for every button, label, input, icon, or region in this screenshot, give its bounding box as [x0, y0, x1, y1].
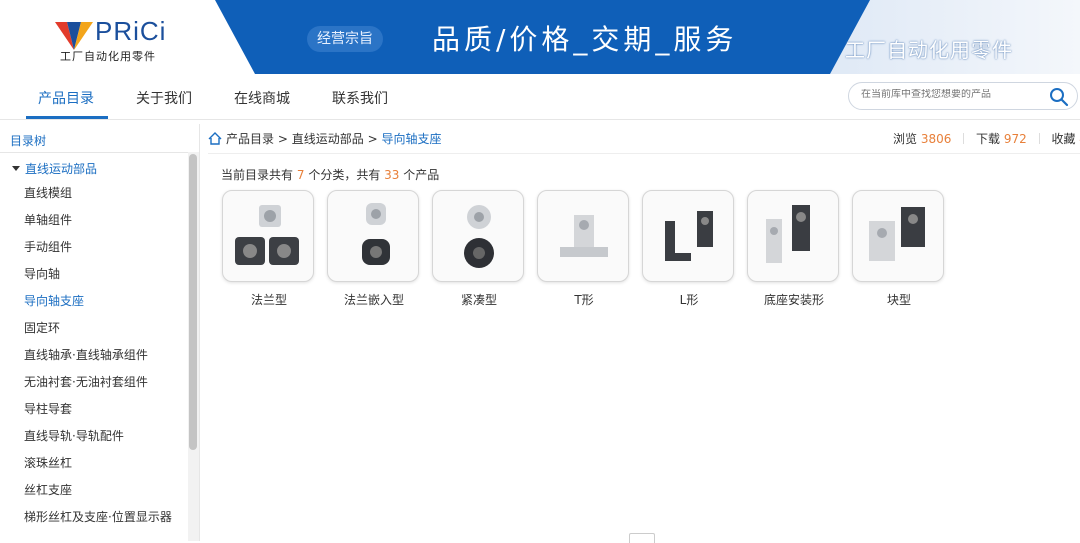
downloads-label: 下载	[976, 132, 1001, 146]
tree-item[interactable]: 直线轴承·直线轴承组件	[24, 348, 172, 375]
views-count: 3806	[920, 132, 952, 146]
tree-item[interactable]: 无油衬套·无油衬套组件	[24, 375, 172, 402]
category-label[interactable]: 法兰型	[222, 291, 316, 308]
category-label[interactable]: 底座安装形	[747, 291, 841, 308]
category-label[interactable]: L形	[642, 291, 736, 308]
search-icon[interactable]	[1049, 87, 1069, 107]
breadcrumb-catalog[interactable]: 产品目录	[226, 132, 274, 146]
summary-middle: 个分类，共有	[308, 168, 381, 182]
category-card-t-shape[interactable]: T形	[537, 190, 631, 308]
breadcrumb-current: 导向轴支座	[381, 132, 442, 146]
tree-item[interactable]: 导向轴	[24, 267, 172, 294]
divider	[208, 153, 1080, 154]
divider	[963, 133, 965, 144]
breadcrumb-linear-motion[interactable]: 直线运动部品	[292, 132, 364, 146]
tree-item[interactable]: 导柱导套	[24, 402, 172, 429]
tree-item[interactable]: 滚珠丝杠	[24, 456, 172, 483]
views-label: 浏览	[893, 132, 918, 146]
category-card-flange-embedded[interactable]: 法兰嵌入型	[327, 190, 421, 308]
caret-down-icon[interactable]	[12, 166, 20, 171]
category-label[interactable]: T形	[537, 291, 631, 308]
downloads-count: 972	[1003, 132, 1027, 146]
summary-prefix: 当前目录共有	[221, 168, 294, 182]
divider	[1038, 133, 1040, 144]
summary-suffix: 个产品	[403, 168, 440, 182]
slogan: 品质/价格_交期_服务	[432, 23, 738, 56]
brand-name: PRiCi	[95, 16, 167, 46]
tree-item[interactable]: 丝杠支座	[24, 483, 172, 510]
nav-contact-us[interactable]: 联系我们	[332, 88, 388, 108]
tree-item[interactable]: 单轴组件	[24, 213, 172, 240]
nav-about-us[interactable]: 关于我们	[136, 88, 192, 108]
category-tree: 目录树 直线运动部品 直线模组 单轴组件 手动组件 导向轴 导向轴支座 固定环 …	[0, 124, 200, 541]
pagination-button[interactable]	[629, 533, 655, 543]
banner-right-text: 工厂自动化用零件	[845, 38, 1013, 62]
favorites-label[interactable]: 收藏	[1051, 132, 1075, 146]
divider	[0, 152, 200, 153]
tree-item[interactable]: 直线模组	[24, 186, 172, 213]
page-stats: 浏览 3806 下载 972 收藏 4	[893, 130, 1080, 147]
category-card-block[interactable]: 块型	[852, 190, 946, 308]
search-input[interactable]	[861, 89, 1041, 100]
scrollbar-thumb[interactable]	[189, 154, 197, 450]
tree-item[interactable]: 直线导轨·导轨配件	[24, 429, 172, 456]
tree-root-item[interactable]: 直线运动部品	[12, 160, 97, 177]
category-card-l-shape[interactable]: L形	[642, 190, 736, 308]
breadcrumb-separator: >	[277, 132, 288, 146]
category-card-compact[interactable]: 紧凑型	[432, 190, 526, 308]
block-type-image[interactable]	[852, 190, 944, 282]
tree-item[interactable]: 梯形丝杠及支座·位置显示器	[24, 510, 172, 537]
category-label[interactable]: 法兰嵌入型	[327, 291, 421, 308]
flange-embedded-image[interactable]	[327, 190, 419, 282]
product-count: 33	[384, 168, 400, 182]
home-icon[interactable]	[208, 132, 222, 145]
catalog-summary: 当前目录共有 7 个分类，共有 33 个产品	[221, 166, 439, 183]
category-count: 7	[296, 168, 305, 182]
search-box	[848, 82, 1078, 110]
tree-item[interactable]: 固定环	[24, 321, 172, 348]
nav-product-catalog[interactable]: 产品目录	[38, 88, 94, 108]
category-label[interactable]: 紧凑型	[432, 291, 526, 308]
l-shape-image[interactable]	[642, 190, 734, 282]
header-banner: PRiCi 工厂自动化用零件 经营宗旨 品质/价格_交期_服务 工厂自动化用零件	[0, 0, 1080, 74]
tree-root-label: 直线运动部品	[25, 162, 98, 176]
flange-type-image[interactable]	[222, 190, 314, 282]
nav-active-indicator	[26, 116, 108, 119]
logo[interactable]: PRiCi 工厂自动化用零件	[0, 0, 255, 74]
tree-title: 目录树	[10, 134, 47, 148]
breadcrumb: 产品目录 > 直线运动部品 > 导向轴支座	[208, 130, 441, 147]
nav-online-store[interactable]: 在线商城	[234, 88, 290, 108]
t-shape-image[interactable]	[537, 190, 629, 282]
brand-subtitle: 工厂自动化用零件	[60, 50, 156, 63]
category-card-flange[interactable]: 法兰型	[222, 190, 316, 308]
motto-badge: 经营宗旨	[307, 26, 383, 52]
main-nav: 产品目录 关于我们 在线商城 联系我们	[0, 74, 1080, 120]
logo-icon	[55, 22, 93, 50]
tree-item-active[interactable]: 导向轴支座	[24, 294, 172, 321]
base-mount-image[interactable]	[747, 190, 839, 282]
category-label[interactable]: 块型	[852, 291, 946, 308]
tree-item[interactable]: 手动组件	[24, 240, 172, 267]
category-card-base-mount[interactable]: 底座安装形	[747, 190, 841, 308]
breadcrumb-separator: >	[367, 132, 378, 146]
tree-list: 直线模组 单轴组件 手动组件 导向轴 导向轴支座 固定环 直线轴承·直线轴承组件…	[24, 186, 172, 537]
compact-type-image[interactable]	[432, 190, 524, 282]
